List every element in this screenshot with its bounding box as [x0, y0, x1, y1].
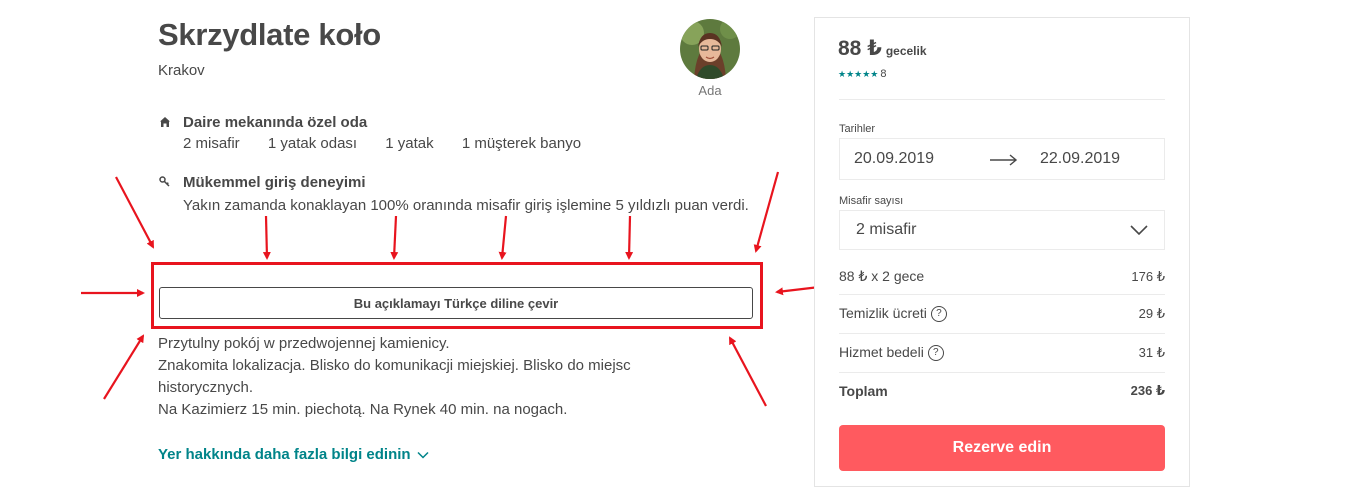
chevron-down-icon: [417, 451, 429, 459]
price-line-label: 88 ₺ x 2 gece: [839, 268, 925, 284]
reserve-button[interactable]: Rezerve edin: [839, 425, 1165, 471]
help-icon[interactable]: ?: [930, 306, 947, 323]
guests-value: 2 misafir: [856, 221, 917, 238]
annotation-arrow: [103, 334, 145, 400]
review-count: 8: [880, 68, 887, 80]
price-line-service: Hizmet bedeli? 31 ₺: [839, 344, 1165, 362]
annotation-arrow: [115, 176, 154, 249]
read-more-label: Yer hakkında daha fazla bilgi edinin: [158, 446, 411, 463]
divider: [839, 372, 1165, 373]
key-icon: [159, 176, 171, 191]
host-avatar-photo: [680, 19, 740, 79]
annotation-arrow: [753, 171, 780, 253]
total-amount: 236 ₺: [1130, 383, 1165, 398]
chevron-down-icon: [1130, 225, 1148, 235]
room-type-title: Daire mekanında özel oda: [183, 114, 368, 131]
guests-label: Misafir sayısı: [839, 195, 904, 207]
detail-bedrooms: 1 yatak odası: [267, 135, 358, 152]
date-range-picker[interactable]: 20.09.2019 22.09.2019: [839, 138, 1165, 180]
detail-beds: 1 yatak: [385, 135, 434, 152]
checkin-title: Mükemmel giriş deneyimi: [183, 174, 366, 191]
total-label: Toplam: [839, 383, 888, 399]
listing-city[interactable]: Krakov: [158, 62, 205, 79]
host-name: Ada: [698, 83, 722, 98]
checkin-description: Yakın zamanda konaklayan 100% oranında m…: [183, 197, 749, 214]
annotation-arrow: [262, 215, 271, 260]
price-per-night: 88 ₺ gecelik: [838, 36, 927, 61]
price-line-amount: 176 ₺: [1131, 268, 1165, 284]
annotation-arrow: [729, 336, 767, 407]
annotation-arrow: [625, 215, 634, 260]
price-line-nights: 88 ₺ x 2 gece 176 ₺: [839, 268, 1165, 285]
price-line-label: Temizlik ücreti: [839, 305, 927, 321]
rating[interactable]: ★★★★★ 8: [838, 68, 886, 80]
help-icon[interactable]: ?: [927, 345, 944, 362]
host-avatar[interactable]: [680, 19, 740, 79]
room-details: 2 misafir 1 yatak odası 1 yatak 1 müşter…: [183, 135, 605, 152]
annotation-arrow: [390, 215, 399, 260]
translate-description-button[interactable]: Bu açıklamayı Türkçe diline çevir: [159, 287, 753, 319]
annotation-arrow: [498, 215, 508, 260]
check-in-date[interactable]: 20.09.2019: [854, 150, 990, 168]
divider: [839, 294, 1165, 295]
price-total: Toplam 236 ₺: [839, 383, 1165, 399]
check-out-date[interactable]: 22.09.2019: [1040, 150, 1120, 168]
detail-guests: 2 misafir: [183, 135, 240, 152]
guests-select[interactable]: 2 misafir: [839, 210, 1165, 250]
listing-title: Skrzydlate koło: [158, 17, 381, 52]
description-line: Znakomita lokalizacja. Blisko do komunik…: [158, 357, 635, 396]
dates-label: Tarihler: [839, 123, 876, 135]
star-rating-icons: ★★★★★: [838, 69, 879, 79]
home-icon: [159, 116, 171, 131]
per-night-label: gecelik: [885, 44, 927, 58]
detail-bath: 1 müşterek banyo: [461, 135, 582, 152]
booking-card: [814, 17, 1190, 487]
description-line: Na Kazimierz 15 min. piechotą. Na Rynek …: [158, 401, 568, 418]
price-line-amount: 31 ₺: [1138, 344, 1165, 360]
price-line-cleaning: Temizlik ücreti? 29 ₺: [839, 305, 1165, 323]
price-line-label: Hizmet bedeli: [839, 344, 924, 360]
divider: [839, 333, 1165, 334]
price-line-amount: 29 ₺: [1138, 305, 1165, 321]
read-more-link[interactable]: Yer hakkında daha fazla bilgi edinin: [158, 446, 429, 463]
price-value: 88 ₺: [838, 37, 882, 60]
arrow-right-icon: [990, 151, 1028, 167]
listing-description: Przytulny pokój w przedwojennej kamienic…: [158, 333, 718, 421]
description-line: Przytulny pokój w przedwojennej kamienic…: [158, 335, 450, 352]
divider: [839, 99, 1165, 100]
